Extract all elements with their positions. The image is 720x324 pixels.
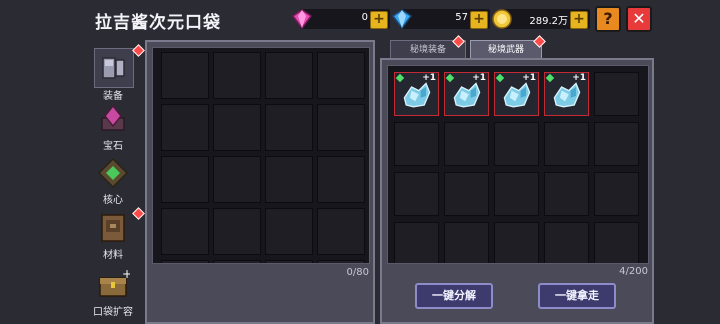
page-title: 拉吉酱次元口袋: [95, 13, 221, 33]
empty-slot[interactable]: [544, 222, 589, 263]
tab-label: 秘境装备: [409, 45, 446, 55]
svg-text:+: +: [122, 268, 130, 281]
inventory-grid-area: +1 +1 +1 +1: [387, 65, 649, 264]
armor-icon: [102, 57, 125, 79]
sidebar-item-label: 材料: [103, 250, 123, 261]
pocket-slot[interactable]: [317, 260, 365, 263]
tab-badge: [533, 35, 546, 48]
tab-label: 秘境武器: [487, 45, 524, 55]
weapon-item-slot[interactable]: +1: [494, 72, 539, 116]
materials-badge: [132, 207, 145, 220]
crystal-weapon-icon: [403, 82, 431, 108]
gold-counter: 289.2万 +: [492, 9, 590, 29]
pocket-slot[interactable]: [265, 52, 313, 99]
disassemble-all-button[interactable]: 一键分解: [415, 283, 493, 309]
pocket-slot[interactable]: [213, 156, 261, 203]
pocket-slot[interactable]: [213, 208, 261, 255]
pocket-slot[interactable]: [317, 208, 365, 255]
empty-slot[interactable]: [594, 72, 639, 116]
add-gold-button[interactable]: +: [570, 11, 588, 29]
equipment-badge: [132, 44, 145, 57]
empty-slot[interactable]: [594, 222, 639, 263]
empty-slot[interactable]: [444, 222, 489, 263]
empty-slot[interactable]: [444, 172, 489, 216]
pink-gem-icon: [291, 9, 313, 30]
crystal-weapon-icon: [453, 82, 481, 108]
pocket-slot[interactable]: [317, 104, 365, 151]
pocket-slot[interactable]: [265, 156, 313, 203]
inventory-grid: +1 +1 +1 +1: [394, 72, 639, 263]
empty-slot[interactable]: [394, 172, 439, 216]
chest-icon: +: [99, 267, 132, 297]
empty-slot[interactable]: [594, 172, 639, 216]
pocket-slot[interactable]: [265, 104, 313, 151]
sidebar-item-label: 口袋扩容: [93, 307, 133, 318]
crystal-weapon-icon: [553, 82, 581, 108]
empty-slot[interactable]: [544, 122, 589, 166]
material-icon: [101, 214, 125, 242]
pocket-slot[interactable]: [161, 52, 209, 99]
sidebar-item-label: 宝石: [103, 141, 123, 152]
pocket-slot[interactable]: [161, 260, 209, 263]
sidebar-item-core[interactable]: 核心: [90, 156, 136, 206]
empty-slot[interactable]: [494, 222, 539, 263]
pocket-slot[interactable]: [161, 156, 209, 203]
add-blue-gem-button[interactable]: +: [470, 11, 488, 29]
pocket-panel: 0/80: [145, 40, 375, 324]
empty-slot[interactable]: [544, 172, 589, 216]
pocket-slot[interactable]: [161, 208, 209, 255]
sidebar-item-label: 核心: [103, 195, 123, 206]
pocket-slot[interactable]: [213, 104, 261, 151]
pocket-slot[interactable]: [317, 52, 365, 99]
pocket-slot[interactable]: [317, 156, 365, 203]
pink-gem-value: 0: [361, 12, 368, 23]
core-icon: [97, 157, 129, 189]
blue-gem-counter: 57 +: [391, 9, 490, 30]
help-button[interactable]: ?: [595, 6, 621, 32]
pocket-count: 0/80: [346, 267, 369, 278]
gold-coin-icon: [492, 9, 512, 29]
sidebar-item-gems[interactable]: 宝石: [90, 102, 136, 152]
gem-icon: [101, 104, 125, 131]
inventory-count: 4/200: [619, 266, 648, 277]
blue-gem-value: 57: [455, 12, 468, 23]
close-button[interactable]: ✕: [626, 6, 652, 32]
weapon-item-slot[interactable]: +1: [544, 72, 589, 116]
pocket-grid: [161, 52, 365, 263]
pocket-grid-area: [152, 47, 370, 264]
blue-gem-icon: [391, 9, 413, 30]
add-pink-gem-button[interactable]: +: [370, 11, 388, 29]
gold-value: 289.2万: [529, 16, 568, 27]
tab-secret-weapons[interactable]: 秘境武器: [470, 35, 546, 59]
tab-badge: [452, 35, 465, 48]
crystal-weapon-icon: [503, 82, 531, 108]
take-all-button[interactable]: 一键拿走: [538, 283, 616, 309]
sidebar-item-expand[interactable]: + 口袋扩容: [90, 267, 136, 318]
empty-slot[interactable]: [494, 172, 539, 216]
weapon-item-slot[interactable]: +1: [394, 72, 439, 116]
tab-secret-equipment[interactable]: 秘境装备: [390, 35, 466, 59]
weapon-item-slot[interactable]: +1: [444, 72, 489, 116]
empty-slot[interactable]: [444, 122, 489, 166]
pocket-slot[interactable]: [213, 52, 261, 99]
empty-slot[interactable]: [394, 122, 439, 166]
empty-slot[interactable]: [394, 222, 439, 263]
sidebar-item-equipment[interactable]: 装备: [90, 44, 145, 102]
empty-slot[interactable]: [494, 122, 539, 166]
pocket-slot[interactable]: [213, 260, 261, 263]
sidebar-item-label: 装备: [103, 91, 123, 102]
empty-slot[interactable]: [594, 122, 639, 166]
sidebar-item-materials[interactable]: 材料: [90, 207, 145, 261]
pocket-slot[interactable]: [161, 104, 209, 151]
pink-gem-counter: 0 +: [291, 9, 390, 30]
pocket-slot[interactable]: [265, 208, 313, 255]
pocket-slot[interactable]: [265, 260, 313, 263]
